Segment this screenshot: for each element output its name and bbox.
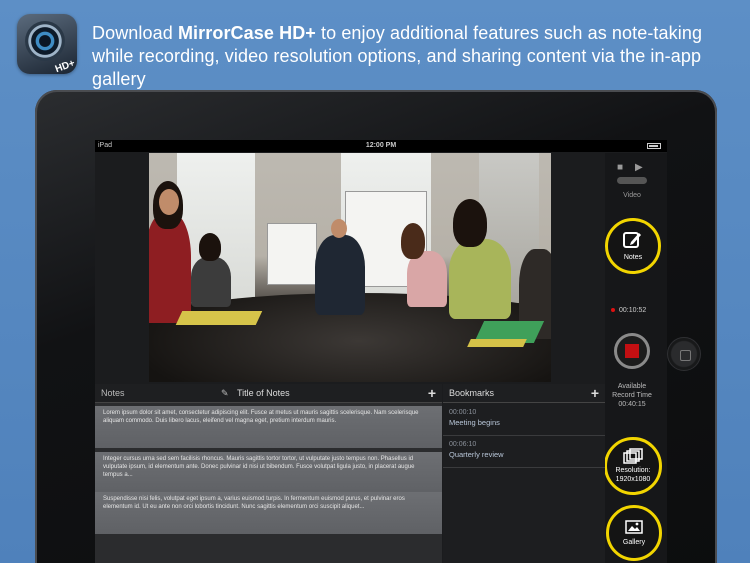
mode-switch-track[interactable]: [617, 177, 647, 184]
battery-icon: [647, 143, 661, 149]
bookmark-item[interactable]: 00:00:10 Meeting begins: [443, 404, 605, 436]
notes-button-label: Notes: [623, 253, 643, 261]
app-icon-badge: HD+: [53, 57, 77, 74]
camera-lens-icon: [25, 21, 65, 61]
bookmarks-header-label: Bookmarks: [449, 388, 495, 398]
promo-headline: Download MirrorCase HD+ to enjoy additio…: [92, 22, 742, 91]
bookmarks-header: Bookmarks +: [443, 384, 605, 403]
notes-panel: Notes ✎ Title of Notes + Lorem ipsum dol…: [95, 384, 442, 563]
person-left-1: [149, 213, 191, 323]
bookmark-item[interactable]: 00:06:10 Quarterly review: [443, 436, 605, 468]
available-label-1: Available: [617, 383, 647, 390]
person-right-2: [449, 239, 511, 319]
available-record-time: Available Record Time 00:40:15: [604, 382, 660, 409]
bookmark-time: 00:00:10: [449, 409, 477, 416]
app-icon: HD+: [17, 14, 77, 74]
bookmark-name: Meeting begins: [449, 418, 500, 427]
edit-note-icon: [623, 231, 641, 248]
photo-camera-icon: ■: [617, 162, 624, 173]
person-left-2-hair: [199, 233, 221, 261]
add-note-button[interactable]: +: [428, 384, 436, 403]
flipchart: [267, 223, 317, 285]
headline-prefix: Download: [92, 23, 178, 43]
note-item[interactable]: Integer cursus urna sed sem facilisis rh…: [95, 452, 442, 494]
resolution-icon: [623, 448, 643, 464]
note-item[interactable]: Lorem ipsum dolor sit amet, consectetur …: [95, 406, 442, 448]
folder-yellow: [175, 311, 263, 325]
presenter-head: [331, 219, 347, 238]
resolution-label-1: Resolution:: [615, 467, 651, 474]
note-item[interactable]: Suspendisse nisi felis, volutpat eget ip…: [95, 492, 442, 534]
notes-title-field[interactable]: Title of Notes: [237, 384, 290, 403]
recording-indicator-icon: [611, 308, 615, 313]
available-label-2: Record Time: [612, 392, 652, 399]
gallery-image-icon: [625, 519, 643, 534]
bookmarks-panel: Bookmarks + 00:00:10 Meeting begins 00:0…: [443, 384, 605, 563]
resolution-button[interactable]: Resolution: 1920x1080: [604, 437, 662, 495]
mode-toggle[interactable]: ■ ▶: [615, 162, 649, 186]
gallery-button-label: Gallery: [622, 538, 646, 546]
notes-header: Notes ✎ Title of Notes +: [95, 384, 442, 403]
stop-icon: [625, 344, 639, 358]
video-camera-icon: ▶: [635, 162, 643, 173]
person-right-1-hair: [401, 223, 425, 259]
record-elapsed-time: 00:10:52: [619, 307, 647, 314]
person-left-2: [191, 257, 231, 307]
resolution-label-2: 1920x1080: [615, 476, 651, 483]
status-bar: iPad 12:00 PM: [95, 140, 667, 152]
person-left-1-head: [159, 189, 179, 215]
video-preview[interactable]: [149, 153, 551, 382]
add-bookmark-button[interactable]: +: [591, 384, 599, 403]
home-button[interactable]: [667, 337, 701, 371]
mode-label: Video: [623, 192, 641, 199]
bookmark-name: Quarterly review: [449, 450, 504, 459]
stop-record-button[interactable]: [614, 333, 650, 369]
available-time: 00:40:15: [618, 401, 646, 408]
headline-brand: MirrorCase HD+: [177, 23, 316, 43]
person-right-2-hair: [453, 199, 487, 247]
resolution-label: Resolution: 1920x1080: [615, 466, 650, 484]
record-elapsed: 00:10:52: [611, 307, 666, 314]
presenter: [315, 235, 365, 315]
folder-yellow-2: [467, 339, 527, 347]
pencil-icon: ✎: [221, 388, 229, 398]
person-right-1: [407, 251, 447, 307]
notes-button[interactable]: Notes: [605, 218, 661, 274]
gallery-button[interactable]: Gallery: [606, 505, 662, 561]
status-time: 12:00 PM: [365, 142, 397, 149]
bookmark-time: 00:06:10: [449, 441, 477, 448]
notes-header-label: Notes: [101, 388, 125, 398]
